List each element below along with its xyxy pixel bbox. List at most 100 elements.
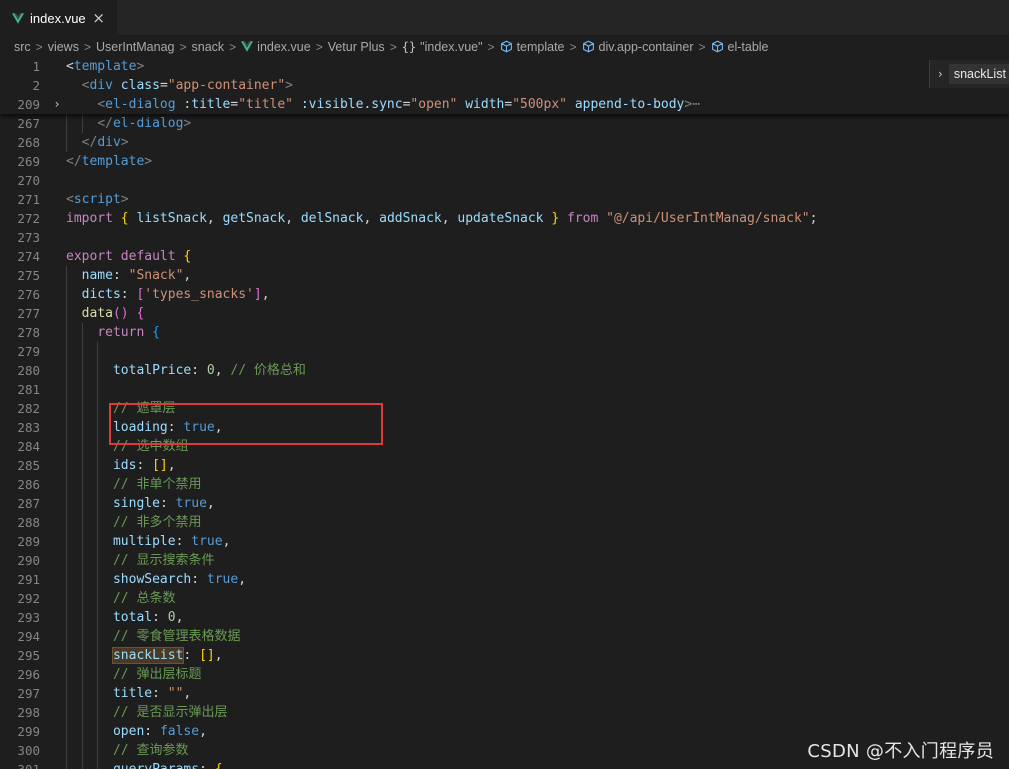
code-token: div [97, 135, 121, 150]
chevron-right-icon: > [569, 39, 577, 54]
breadcrumb-item[interactable]: "index.vue" [420, 40, 482, 54]
breadcrumb-item[interactable]: template [517, 40, 565, 54]
code-text: <script> [66, 190, 129, 209]
code-token: { [215, 762, 223, 769]
code-token: < [66, 192, 74, 207]
code-line: 1 <template> [0, 57, 1009, 76]
tab-index-vue[interactable]: index.vue × [0, 0, 118, 36]
code-token: "@/api/UserIntManag/snack" [606, 211, 810, 226]
code-token: name [81, 268, 113, 283]
breadcrumb-item[interactable]: el-table [728, 40, 769, 54]
code-token: ; [809, 211, 818, 226]
sticky-scroll-header[interactable]: 1 <template> 2 <div class="app-container">… [0, 57, 1009, 114]
line-number: 297 [17, 686, 40, 701]
breadcrumb-item[interactable]: src [14, 40, 31, 54]
code-text: // 显示搜索条件 [66, 551, 214, 570]
chevron-right-icon: > [35, 39, 43, 54]
line-number: 293 [17, 610, 40, 625]
code-token: totalPrice [112, 363, 192, 378]
code-line: 278 return { [0, 323, 1009, 342]
code-token: "title" [238, 97, 301, 112]
close-icon[interactable]: × [92, 10, 105, 26]
code-line: 2 <div class="app-container"> [0, 76, 1009, 95]
code-token: listSnack [136, 211, 207, 226]
code-token: < [97, 97, 106, 112]
code-editor[interactable]: 267 </el-dialog> 268 </div> 269 </template>… [0, 57, 1009, 769]
code-text: // 弹出层标题 [66, 665, 201, 684]
code-token: queryParams [113, 762, 199, 769]
code-line: 288 // 非多个禁用 [0, 513, 1009, 532]
breadcrumb-item[interactable]: snack [192, 40, 225, 54]
chevron-right-icon[interactable]: › [938, 67, 943, 81]
vue-file-icon [12, 12, 24, 24]
code-token: , [441, 211, 458, 226]
code-token: , [261, 287, 270, 302]
code-token: } [551, 211, 567, 226]
breadcrumb-item[interactable]: UserIntManag [96, 40, 175, 54]
code-token: snackList [111, 647, 185, 664]
code-token: 0 [167, 610, 176, 625]
breadcrumb-item[interactable]: views [48, 40, 79, 54]
code-token: "500px" [512, 97, 575, 112]
code-line: 270 [0, 171, 1009, 190]
line-number: 294 [17, 629, 40, 644]
breadcrumb-item[interactable]: div.app-container [599, 40, 694, 54]
code-token: : [144, 724, 160, 739]
code-token: : [159, 496, 176, 511]
code-token: { [183, 249, 192, 264]
code-line: 274 export default { [0, 247, 1009, 266]
breadcrumb-item[interactable]: index.vue [257, 40, 311, 54]
code-token: import [66, 211, 121, 226]
line-number: 292 [17, 591, 40, 606]
code-line: 279 [0, 342, 1009, 361]
code-line: 291 showSearch: true, [0, 570, 1009, 589]
code-text: data() { [66, 304, 145, 323]
code-token: > [136, 59, 145, 74]
code-token: // 显示搜索条件 [112, 553, 215, 568]
code-token: , [363, 211, 380, 226]
chevron-right-icon: > [698, 39, 706, 54]
outline-widget[interactable]: › snackList [929, 60, 1009, 88]
line-number: 283 [17, 420, 40, 435]
code-token: = [504, 97, 513, 112]
tab-bar: index.vue × [0, 0, 1009, 36]
code-text: <el-dialog :title="title" :visible.sync=… [66, 95, 700, 114]
breadcrumb-item[interactable]: Vetur Plus [328, 40, 385, 54]
code-text: // 查询参数 [66, 741, 188, 760]
code-line: 286 // 非单个禁用 [0, 475, 1009, 494]
chevron-right-icon: > [487, 39, 495, 54]
code-token: > [285, 78, 293, 93]
code-text: multiple: true, [66, 532, 230, 551]
code-token: // 弹出层标题 [112, 667, 202, 682]
code-line: 294 // 零食管理表格数据 [0, 627, 1009, 646]
code-token: , [285, 211, 301, 226]
code-line: 298 // 是否显示弹出层 [0, 703, 1009, 722]
code-token: el-dialog [112, 116, 184, 131]
line-number: 279 [17, 344, 40, 359]
fold-expand-icon[interactable]: › [50, 95, 64, 114]
line-number: 281 [17, 382, 40, 397]
code-token: total [112, 610, 153, 625]
code-line: 290 // 显示搜索条件 [0, 551, 1009, 570]
code-token: "Snack" [128, 268, 184, 283]
code-line: 293 total: 0, [0, 608, 1009, 627]
code-line: 277 data() { [0, 304, 1009, 323]
line-number: 288 [17, 515, 40, 530]
line-number: 291 [17, 572, 40, 587]
code-token: [] [152, 458, 168, 473]
code-token: : [191, 363, 207, 378]
code-line: 281 [0, 380, 1009, 399]
code-token: :visible.sync [300, 97, 403, 112]
code-token: class [120, 78, 160, 93]
code-text: // 总条数 [66, 589, 175, 608]
code-text: dicts: ['types_snacks'], [66, 285, 270, 304]
